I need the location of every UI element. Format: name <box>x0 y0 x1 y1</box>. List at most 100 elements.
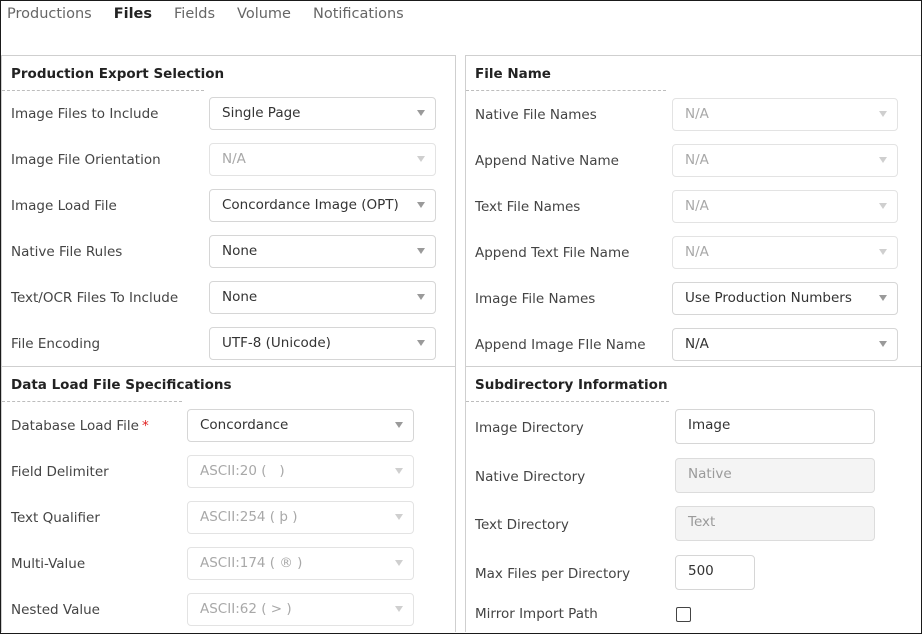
native-file-rules-select[interactable]: None <box>209 235 436 268</box>
tab-files[interactable]: Files <box>114 6 152 28</box>
append-image-file-name-select[interactable]: N/A <box>672 328 898 361</box>
text-file-names-select: N/A <box>672 190 898 223</box>
field-label: Field Delimiter <box>11 464 109 480</box>
select-value: Concordance <box>200 417 289 433</box>
field-label: Image Load File <box>11 198 117 214</box>
data-load-panel: Data Load File Specifications Database L… <box>1 366 456 632</box>
max-files-input[interactable]: 500 <box>675 555 755 590</box>
chevron-down-icon <box>417 156 425 162</box>
chevron-down-icon <box>879 157 887 163</box>
chevron-down-icon <box>417 202 425 208</box>
label-text: Database Load File <box>11 418 139 434</box>
select-value: ASCII:254 ( þ ) <box>200 509 298 525</box>
field-label: Max Files per Directory <box>475 566 631 582</box>
title-divider <box>2 401 182 402</box>
section-title: File Name <box>475 66 551 82</box>
form-row-native-file-names: Native File Names N/A <box>466 98 921 132</box>
multi-value-select: ASCII:174 ( ® ) <box>187 547 414 580</box>
file-encoding-select[interactable]: UTF-8 (Unicode) <box>209 327 436 360</box>
form-row-text-qualifier: Text Qualifier ASCII:254 ( þ ) <box>2 501 455 535</box>
field-label: Image File Orientation <box>11 152 161 168</box>
subdirectory-panel: Subdirectory Information Image Directory… <box>465 366 921 632</box>
chevron-down-icon <box>395 606 403 612</box>
form-row-append-native-name: Append Native Name N/A <box>466 144 921 178</box>
form-row-text-ocr-files: Text/OCR Files To Include None <box>2 281 455 315</box>
form-row-append-image-file-name: Append Image FIle Name N/A <box>466 328 921 362</box>
field-label: Native File Rules <box>11 244 123 260</box>
section-title: Production Export Selection <box>11 66 225 82</box>
tab-productions[interactable]: Productions <box>7 6 92 28</box>
form-row-image-files-to-include: Image Files to Include Single Page <box>2 97 455 131</box>
title-divider <box>466 90 666 91</box>
nested-value-select: ASCII:62 ( > ) <box>187 593 414 626</box>
field-label: Text File Names <box>475 199 581 215</box>
field-label: File Encoding <box>11 336 101 352</box>
chevron-down-icon <box>395 560 403 566</box>
tab-fields[interactable]: Fields <box>174 6 215 28</box>
form-row-image-file-names: Image File Names Use Production Numbers <box>466 282 921 316</box>
field-label: Append Text File Name <box>475 245 630 261</box>
tab-notifications[interactable]: Notifications <box>313 6 404 28</box>
chevron-down-icon <box>879 295 887 301</box>
section-title: Data Load File Specifications <box>11 377 232 393</box>
field-label: Nested Value <box>11 602 100 618</box>
tab-volume[interactable]: Volume <box>237 6 291 28</box>
select-value: N/A <box>222 151 246 167</box>
text-qualifier-select: ASCII:254 ( þ ) <box>187 501 414 534</box>
production-export-panel: Production Export Selection Image Files … <box>1 55 456 367</box>
image-load-file-select[interactable]: Concordance Image (OPT) <box>209 189 436 222</box>
form-row-native-directory: Native Directory Native <box>466 458 921 493</box>
chevron-down-icon <box>417 248 425 254</box>
chevron-down-icon <box>879 203 887 209</box>
select-value: ASCII:20 ( ) <box>200 463 285 479</box>
select-value: None <box>222 243 258 259</box>
form-row-file-encoding: File Encoding UTF-8 (Unicode) <box>2 327 455 361</box>
chevron-down-icon <box>417 340 425 346</box>
chevron-down-icon <box>879 111 887 117</box>
form-row-mirror-import-path: Mirror Import Path <box>466 604 921 638</box>
select-value: N/A <box>685 152 709 168</box>
select-value: None <box>222 289 258 305</box>
native-file-names-select: N/A <box>672 98 898 131</box>
select-value: N/A <box>685 244 709 260</box>
form-row-field-delimiter: Field Delimiter ASCII:20 ( ) <box>2 455 455 489</box>
form-row-multi-value: Multi-Value ASCII:174 ( ® ) <box>2 547 455 581</box>
chevron-down-icon <box>417 110 425 116</box>
select-value: Use Production Numbers <box>685 290 852 306</box>
image-file-names-select[interactable]: Use Production Numbers <box>672 282 898 315</box>
field-label: Multi-Value <box>11 556 86 572</box>
section-title: Subdirectory Information <box>475 377 668 393</box>
field-label: Native Directory <box>475 469 586 485</box>
field-label: Mirror Import Path <box>475 606 598 622</box>
field-label: Text/OCR Files To Include <box>11 290 179 306</box>
mirror-import-path-checkbox[interactable] <box>676 607 691 622</box>
field-label: Image Files to Include <box>11 106 159 122</box>
form-row-text-directory: Text Directory Text <box>466 506 921 541</box>
field-delimiter-select: ASCII:20 ( ) <box>187 455 414 488</box>
form-row-image-directory: Image Directory Image <box>466 409 921 444</box>
input-value: Image <box>688 417 731 433</box>
select-value: N/A <box>685 198 709 214</box>
select-value: N/A <box>685 106 709 122</box>
image-directory-input[interactable]: Image <box>675 409 875 444</box>
field-label: Native File Names <box>475 107 597 123</box>
form-row-image-file-orientation: Image File Orientation N/A <box>2 143 455 177</box>
field-label: Database Load File * <box>11 418 149 434</box>
chevron-down-icon <box>395 468 403 474</box>
chevron-down-icon <box>395 422 403 428</box>
native-directory-input: Native <box>675 458 875 493</box>
field-label: Image Directory <box>475 420 584 436</box>
input-value: Native <box>688 466 732 482</box>
database-load-file-select[interactable]: Concordance <box>187 409 414 442</box>
select-value: Single Page <box>222 105 301 121</box>
input-value: 500 <box>688 563 714 579</box>
form-row-native-file-rules: Native File Rules None <box>2 235 455 269</box>
text-ocr-files-select[interactable]: None <box>209 281 436 314</box>
field-label: Append Native Name <box>475 153 619 169</box>
chevron-down-icon <box>395 514 403 520</box>
field-label: Append Image FIle Name <box>475 337 646 353</box>
field-label: Image File Names <box>475 291 596 307</box>
form-row-text-file-names: Text File Names N/A <box>466 190 921 224</box>
required-indicator: * <box>141 418 149 434</box>
image-files-to-include-select[interactable]: Single Page <box>209 97 436 130</box>
